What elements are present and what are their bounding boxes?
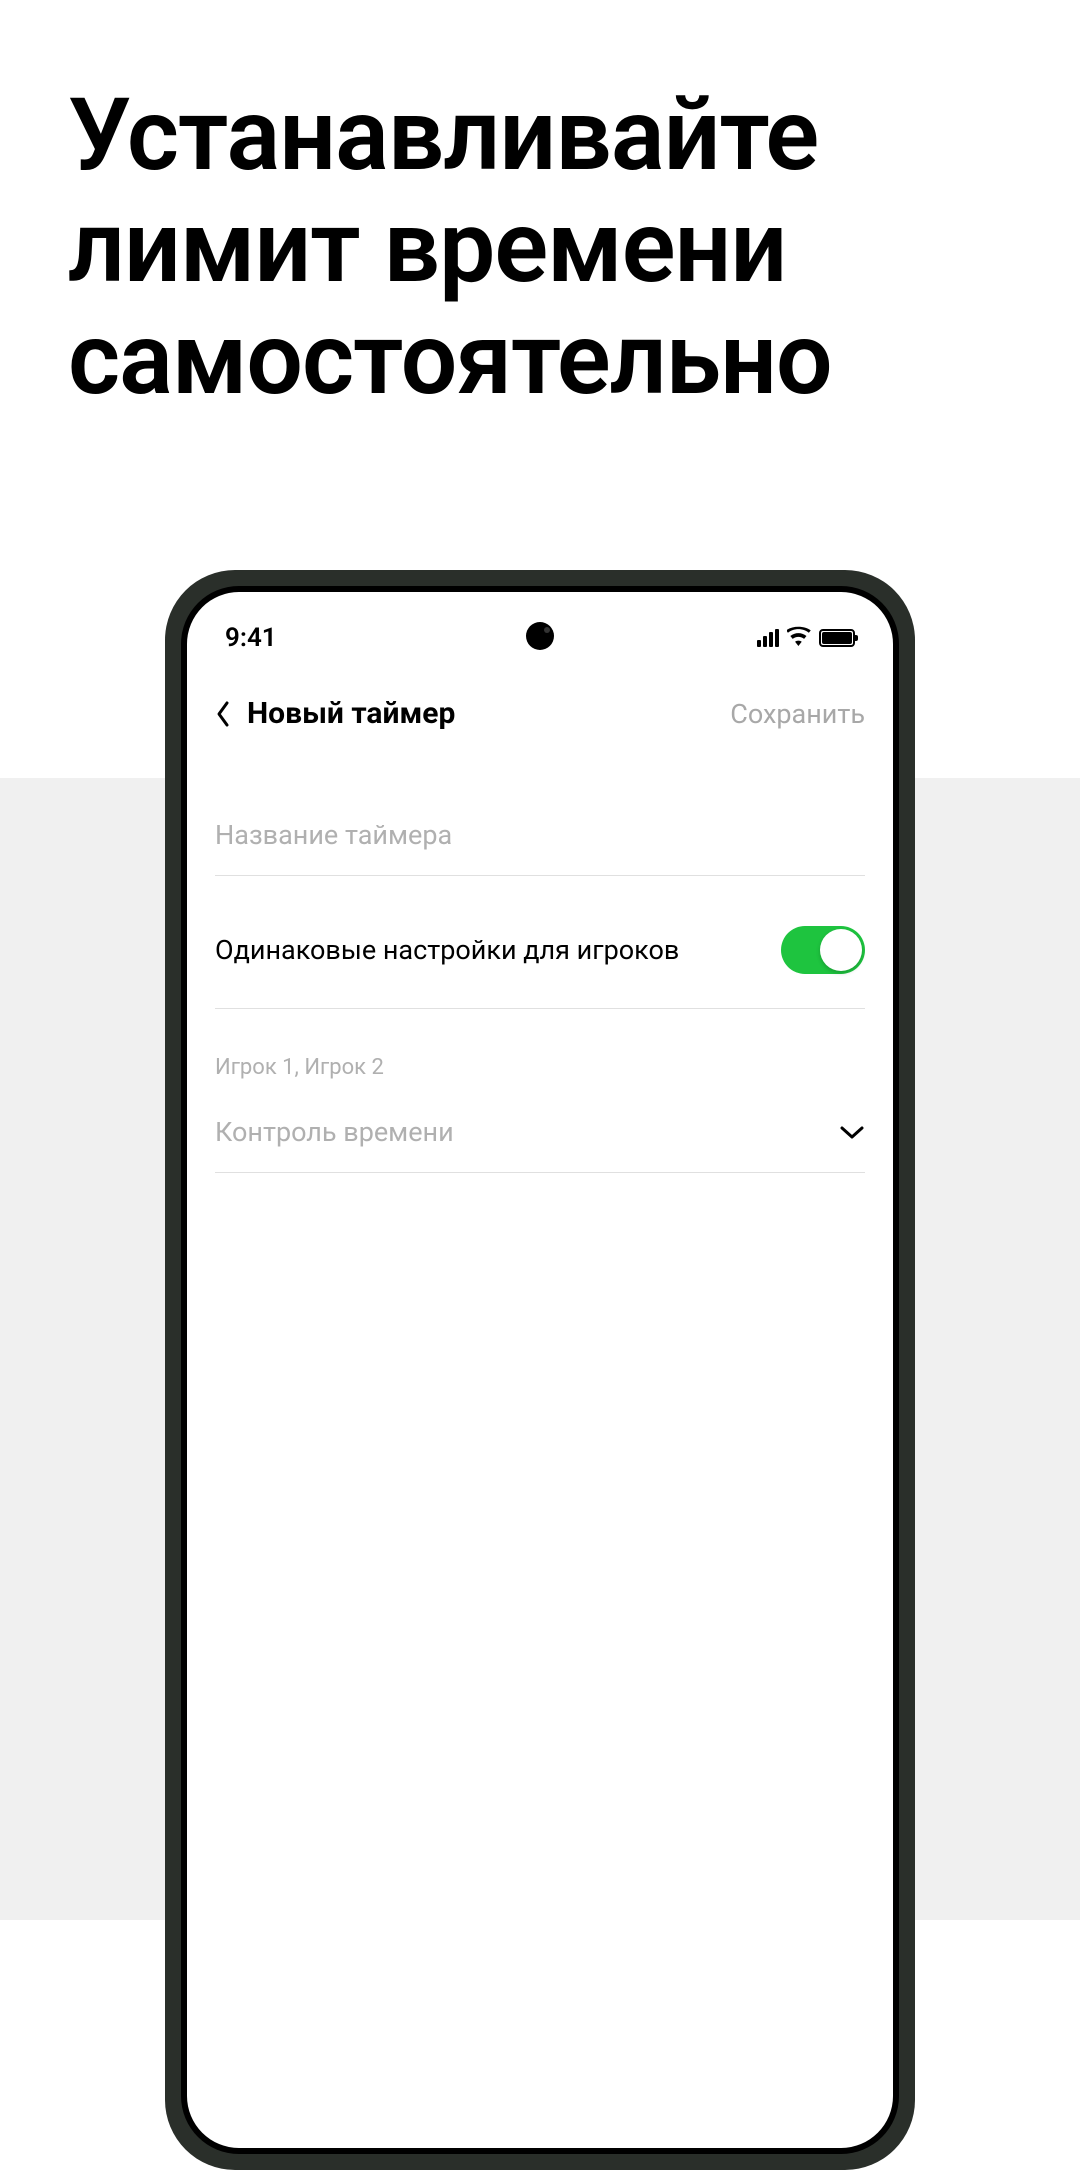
hero-title: Устанавливайте лимит времени самостоятел… bbox=[68, 80, 1012, 416]
same-settings-toggle[interactable] bbox=[781, 926, 865, 974]
wifi-icon bbox=[787, 626, 811, 650]
same-settings-row: Одинаковые настройки для игроков bbox=[215, 876, 865, 1009]
signal-icon bbox=[757, 629, 779, 647]
page-title: Новый таймер bbox=[247, 696, 455, 731]
timer-name-placeholder: Название таймера bbox=[215, 819, 452, 851]
timer-name-input[interactable]: Название таймера bbox=[215, 751, 865, 876]
save-button[interactable]: Сохранить bbox=[730, 698, 865, 730]
phone-frame: 9:41 bbox=[165, 570, 915, 2170]
app-header: Новый таймер Сохранить bbox=[187, 664, 893, 751]
form-section: Название таймера Одинаковые настройки дл… bbox=[187, 751, 893, 1173]
time-control-label: Контроль времени bbox=[215, 1116, 454, 1148]
header-left: Новый таймер bbox=[215, 696, 455, 731]
status-icons bbox=[757, 626, 855, 650]
chevron-down-icon bbox=[839, 1124, 865, 1140]
back-button[interactable] bbox=[215, 700, 231, 728]
phone-inner-frame: 9:41 bbox=[181, 586, 899, 2154]
status-bar: 9:41 bbox=[187, 612, 893, 664]
phone-screen: 9:41 bbox=[187, 592, 893, 2148]
time-control-dropdown[interactable]: Контроль времени bbox=[215, 1080, 865, 1173]
status-time: 9:41 bbox=[225, 623, 277, 653]
battery-icon bbox=[819, 629, 855, 647]
same-settings-label: Одинаковые настройки для игроков bbox=[215, 934, 679, 966]
toggle-thumb bbox=[820, 929, 862, 971]
players-label: Игрок 1, Игрок 2 bbox=[215, 1009, 865, 1080]
